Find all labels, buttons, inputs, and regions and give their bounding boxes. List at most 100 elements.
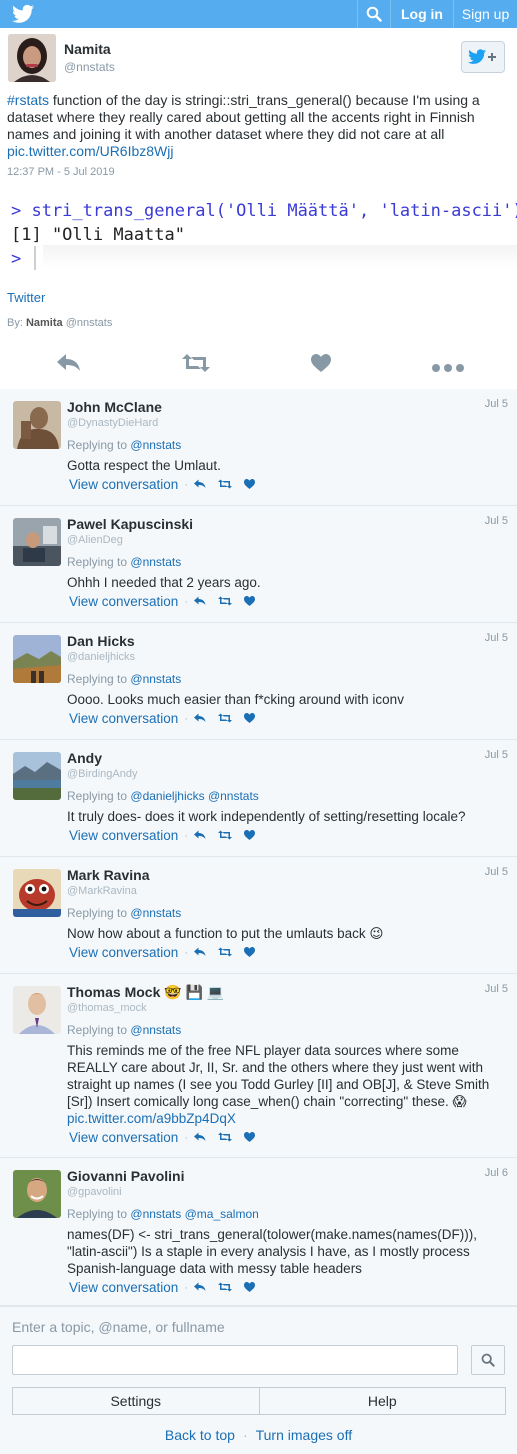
- reply-icon[interactable]: [193, 1280, 206, 1295]
- avatar[interactable]: [13, 752, 61, 800]
- avatar[interactable]: [8, 34, 56, 82]
- tweet-source[interactable]: Twitter: [7, 290, 45, 305]
- reply-item[interactable]: Andy @BirdingAndy Jul 5 Replying to @dan…: [0, 740, 517, 857]
- retweet-icon[interactable]: [217, 1130, 232, 1145]
- avatar[interactable]: [13, 635, 61, 683]
- search-icon[interactable]: [357, 0, 390, 28]
- avatar[interactable]: [13, 401, 61, 449]
- reply-icon[interactable]: [193, 711, 206, 726]
- search-input[interactable]: [12, 1345, 458, 1375]
- like-icon[interactable]: [243, 711, 255, 726]
- reply-author-name[interactable]: John McClane: [67, 399, 162, 415]
- reply-date[interactable]: Jul 5: [485, 515, 508, 527]
- reply-icon[interactable]: [193, 1130, 206, 1145]
- avatar[interactable]: [13, 986, 61, 1034]
- replying-to-link[interactable]: @nnstats: [130, 672, 181, 686]
- reply-icon[interactable]: [193, 828, 206, 843]
- reply-date[interactable]: Jul 5: [485, 632, 508, 644]
- reply-author-name[interactable]: Andy: [67, 750, 102, 766]
- like-icon[interactable]: [243, 1130, 255, 1145]
- author-name[interactable]: Namita: [64, 41, 111, 57]
- like-icon[interactable]: [243, 828, 255, 843]
- reply-author-name[interactable]: Thomas Mock 🤓 💾 💻: [67, 984, 224, 1001]
- more-icon[interactable]: [431, 360, 465, 376]
- replying-to-link[interactable]: @danieljhicks @nnstats: [130, 789, 258, 803]
- follow-button[interactable]: [461, 41, 505, 73]
- tweet-image-code[interactable]: > stri_trans_general('Olli Määttä', 'lat…: [7, 193, 517, 304]
- like-icon[interactable]: [243, 945, 255, 960]
- signup-button[interactable]: Sign up: [453, 0, 517, 28]
- view-conversation-link[interactable]: View conversation: [69, 1280, 178, 1295]
- reply-author-name[interactable]: Giovanni Pavolini: [67, 1168, 184, 1184]
- retweet-icon[interactable]: [217, 711, 232, 726]
- back-to-top-link[interactable]: Back to top: [165, 1427, 235, 1443]
- reply-item[interactable]: Pawel Kapuscinski @AlienDeg Jul 5 Replyi…: [0, 506, 517, 623]
- search-button[interactable]: [471, 1345, 505, 1375]
- reply-author-name[interactable]: Dan Hicks: [67, 633, 135, 649]
- retweet-icon[interactable]: [217, 945, 232, 960]
- reply-author-handle[interactable]: @danieljhicks: [67, 651, 135, 663]
- reply-icon[interactable]: [193, 477, 206, 492]
- reply-icon[interactable]: [193, 945, 206, 960]
- login-button[interactable]: Log in: [390, 0, 453, 28]
- like-icon[interactable]: [311, 354, 331, 375]
- retweet-icon[interactable]: [182, 354, 210, 375]
- replying-to-link[interactable]: @nnstats: [130, 1023, 181, 1037]
- view-conversation-link[interactable]: View conversation: [69, 828, 178, 843]
- reply-author-handle[interactable]: @BirdingAndy: [67, 768, 137, 780]
- tweet-byline: By: Namita @nnstats: [7, 317, 112, 329]
- like-icon[interactable]: [243, 594, 255, 609]
- reply-item[interactable]: Dan Hicks @danieljhicks Jul 5 Replying t…: [0, 623, 517, 740]
- view-conversation-link[interactable]: View conversation: [69, 711, 178, 726]
- pic-link[interactable]: pic.twitter.com/UR6Ibz8Wjj: [7, 143, 173, 159]
- replying-to-link[interactable]: @nnstats: [130, 906, 181, 920]
- reply-author-handle[interactable]: @MarkRavina: [67, 885, 137, 897]
- help-button[interactable]: Help: [259, 1387, 506, 1415]
- reply-date[interactable]: Jul 6: [485, 1167, 508, 1179]
- reply-author-handle[interactable]: @DynastyDieHard: [67, 417, 158, 429]
- reply-item[interactable]: Mark Ravina @MarkRavina Jul 5 Replying t…: [0, 857, 517, 974]
- by-name[interactable]: Namita: [26, 317, 63, 329]
- reply-icon[interactable]: [193, 594, 206, 609]
- turn-images-off-link[interactable]: Turn images off: [256, 1427, 353, 1443]
- replying-to-link[interactable]: @nnstats @ma_salmon: [130, 1207, 258, 1221]
- reply-author-name[interactable]: Mark Ravina: [67, 867, 149, 883]
- replying-to-link[interactable]: @nnstats: [130, 555, 181, 569]
- author-handle[interactable]: @nnstats: [64, 60, 115, 74]
- tweet-text: #rstats function of the day is stringi::…: [7, 92, 507, 160]
- view-conversation-link[interactable]: View conversation: [69, 477, 178, 492]
- reply-author-handle[interactable]: @gpavolini: [67, 1186, 122, 1198]
- reply-item[interactable]: John McClane @DynastyDieHard Jul 5 Reply…: [0, 389, 517, 506]
- view-conversation-link[interactable]: View conversation: [69, 945, 178, 960]
- by-handle[interactable]: @nnstats: [66, 317, 113, 329]
- retweet-icon[interactable]: [217, 594, 232, 609]
- reply-author-handle[interactable]: @thomas_mock: [67, 1002, 147, 1014]
- reply-date[interactable]: Jul 5: [485, 866, 508, 878]
- reply-date[interactable]: Jul 5: [485, 749, 508, 761]
- reply-date[interactable]: Jul 5: [485, 983, 508, 995]
- twitter-bird-icon[interactable]: [12, 4, 34, 24]
- retweet-icon[interactable]: [217, 828, 232, 843]
- tweet-timestamp[interactable]: 12:37 PM - 5 Jul 2019: [7, 166, 115, 178]
- settings-button[interactable]: Settings: [12, 1387, 260, 1415]
- pic-link[interactable]: pic.twitter.com/a9bbZp4DqX: [67, 1111, 236, 1126]
- retweet-icon[interactable]: [217, 1280, 232, 1295]
- replying-to-link[interactable]: @nnstats: [130, 438, 181, 452]
- reply-item[interactable]: Thomas Mock 🤓 💾 💻 @thomas_mock Jul 5 Rep…: [0, 974, 517, 1158]
- like-icon[interactable]: [243, 477, 255, 492]
- avatar[interactable]: [13, 518, 61, 566]
- retweet-icon[interactable]: [217, 477, 232, 492]
- reply-date[interactable]: Jul 5: [485, 398, 508, 410]
- view-conversation-link[interactable]: View conversation: [69, 594, 178, 609]
- avatar[interactable]: [13, 1170, 61, 1218]
- view-conversation-link[interactable]: View conversation: [69, 1130, 178, 1145]
- avatar[interactable]: [13, 869, 61, 917]
- reply-author-handle[interactable]: @AlienDeg: [67, 534, 123, 546]
- hashtag-link[interactable]: #rstats: [7, 92, 49, 108]
- reply-item[interactable]: Giovanni Pavolini @gpavolini Jul 6 Reply…: [0, 1158, 517, 1306]
- reply-author-name[interactable]: Pawel Kapuscinski: [67, 516, 193, 532]
- replying-label: Replying to: [67, 789, 128, 803]
- replying-to: Replying to @nnstats: [67, 906, 181, 920]
- like-icon[interactable]: [243, 1280, 255, 1295]
- reply-icon[interactable]: [57, 354, 81, 375]
